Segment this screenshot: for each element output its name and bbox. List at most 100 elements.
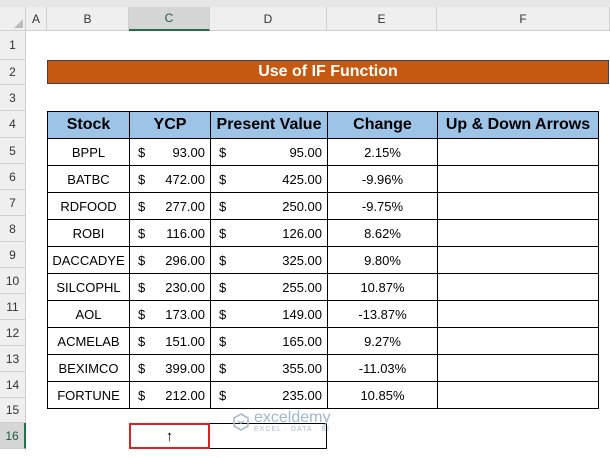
cell-stock[interactable]: FORTUNE [47,381,130,409]
table-row: BPPL $93.00 $95.00 2.15% [47,138,599,166]
cell-stock[interactable]: AOL [47,300,130,328]
header-stock[interactable]: Stock [47,111,130,139]
cell-ycp[interactable]: $230.00 [129,273,211,301]
cell-arrow[interactable] [437,300,599,328]
cell-ycp[interactable]: $399.00 [129,354,211,382]
cell-change[interactable]: -11.03% [327,354,438,382]
column-header-b[interactable]: B [47,7,129,31]
cell-pv[interactable]: $355.00 [210,354,328,382]
currency-symbol: $ [138,360,146,376]
cell-ycp[interactable]: $472.00 [129,165,211,193]
cell-value: 151.00 [165,333,205,349]
cell-change[interactable]: 9.80% [327,246,438,274]
cell-arrow[interactable] [437,273,599,301]
cell-pv[interactable]: $325.00 [210,246,328,274]
cell-value: 116.00 [166,225,205,241]
column-header-d[interactable]: D [210,7,327,31]
row-header[interactable]: 9 [0,242,26,268]
cell-ycp[interactable]: $116.00 [129,219,211,247]
cell-change[interactable]: 8.62% [327,219,438,247]
cell-value: 93.00 [172,144,205,160]
currency-symbol: $ [138,306,146,322]
currency-symbol: $ [219,387,227,403]
cell-change[interactable]: 10.87% [327,273,438,301]
row-header[interactable]: 6 [0,164,26,190]
cell-stock[interactable]: RDFOOD [47,192,130,220]
row-header[interactable]: 5 [0,138,26,164]
row-header[interactable]: 7 [0,190,26,216]
cell-pv[interactable]: $126.00 [210,219,328,247]
row-header[interactable]: 15 [0,398,26,423]
column-header-f[interactable]: F [437,7,610,31]
row-header[interactable]: 8 [0,216,26,242]
cell-stock[interactable]: BATBC [47,165,130,193]
cell-arrow[interactable] [437,192,599,220]
row-header[interactable]: 1 [0,31,26,60]
cell-arrow[interactable] [437,165,599,193]
cell-arrow[interactable] [437,327,599,355]
row-header[interactable]: 11 [0,294,26,320]
cell-ycp[interactable]: $173.00 [129,300,211,328]
row-header[interactable]: 4 [0,111,26,138]
cell-stock[interactable]: ACMELAB [47,327,130,355]
cell-ycp[interactable]: $212.00 [129,381,211,409]
row-header[interactable]: 3 [0,85,26,111]
cell-change[interactable]: 10.85% [327,381,438,409]
cell-pv[interactable]: $95.00 [210,138,328,166]
cell-pv[interactable]: $235.00 [210,381,328,409]
cell-value: 255.00 [282,279,322,295]
cell-arrow[interactable] [437,246,599,274]
cell-pv[interactable]: $250.00 [210,192,328,220]
row-header[interactable]: 14 [0,372,26,398]
row-header[interactable]: 2 [0,60,26,85]
cell-arrow[interactable] [437,138,599,166]
table-row: FORTUNE $212.00 $235.00 10.85% [47,381,599,409]
header-present-value[interactable]: Present Value [210,111,328,139]
cell-value: 277.00 [165,198,205,214]
cell-stock[interactable]: SILCOPHL [47,273,130,301]
header-ycp[interactable]: YCP [129,111,211,139]
cell-pv[interactable]: $425.00 [210,165,328,193]
row-header[interactable]: 16 [0,423,26,449]
cell-change[interactable]: -13.87% [327,300,438,328]
currency-symbol: $ [138,171,146,187]
currency-symbol: $ [138,387,146,403]
cell-ycp[interactable]: $277.00 [129,192,211,220]
cell-arrow[interactable] [437,219,599,247]
selected-cell-c16[interactable]: ↑ [129,423,210,449]
cell-pv[interactable]: $255.00 [210,273,328,301]
currency-symbol: $ [219,225,227,241]
cell-change[interactable]: 2.15% [327,138,438,166]
cell-value: 126.00 [282,225,322,241]
cell-value: 472.00 [165,171,205,187]
cell-stock[interactable]: BPPL [47,138,130,166]
currency-symbol: $ [219,279,227,295]
column-header-a[interactable]: A [26,7,47,31]
cell-value: 399.00 [165,360,205,376]
row-header[interactable]: 13 [0,346,26,372]
cell-value: 230.00 [165,279,205,295]
row-header[interactable]: 12 [0,320,26,346]
column-header-e[interactable]: E [327,7,437,31]
cell-stock[interactable]: ROBI [47,219,130,247]
table-row: SILCOPHL $230.00 $255.00 10.87% [47,273,599,301]
cell-arrow[interactable] [437,354,599,382]
cell-stock[interactable]: BEXIMCO [47,354,130,382]
cell-change[interactable]: 9.27% [327,327,438,355]
sheet-title[interactable]: Use of IF Function [47,60,609,84]
header-change[interactable]: Change [327,111,438,139]
cell-stock[interactable]: DACCADYE [47,246,130,274]
cell-change[interactable]: -9.96% [327,165,438,193]
cell-pv[interactable]: $149.00 [210,300,328,328]
header-arrows[interactable]: Up & Down Arrows [437,111,599,139]
cell-ycp[interactable]: $151.00 [129,327,211,355]
column-header-c[interactable]: C [129,7,210,31]
row-header[interactable]: 10 [0,268,26,294]
cell-ycp[interactable]: $93.00 [129,138,211,166]
select-all-corner[interactable] [0,7,26,31]
cell-arrow[interactable] [437,381,599,409]
spreadsheet: A B C D E F 1 2 3 4 5 6 7 8 9 10 11 12 1… [0,0,610,458]
cell-ycp[interactable]: $296.00 [129,246,211,274]
cell-change[interactable]: -9.75% [327,192,438,220]
cell-pv[interactable]: $165.00 [210,327,328,355]
